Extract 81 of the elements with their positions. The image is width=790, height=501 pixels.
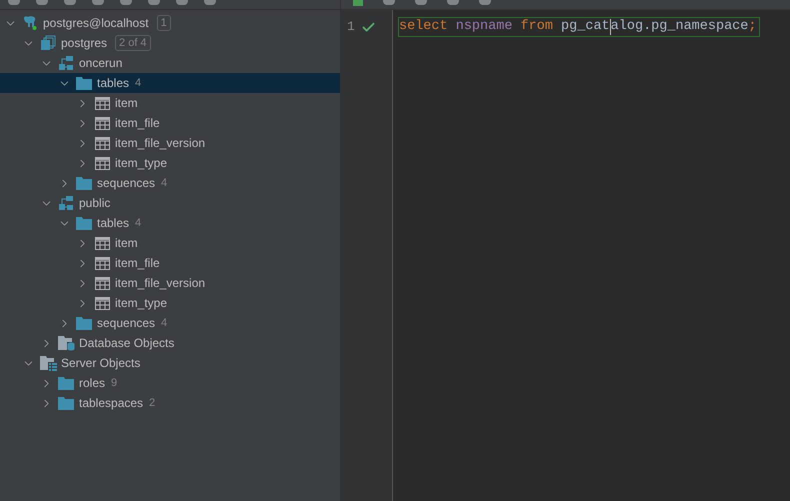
node-label: item_file_version [115, 135, 206, 152]
folder-icon [76, 216, 92, 230]
tree-row[interactable]: sequences 4 [0, 173, 340, 193]
tree-row[interactable]: public [0, 193, 340, 213]
node-label: postgres [61, 35, 108, 52]
folder-list-icon [40, 355, 56, 371]
table-icon [94, 156, 110, 170]
node-label: item_file_version [115, 275, 206, 292]
folder-icon [58, 376, 74, 390]
toolbar-icon[interactable] [383, 0, 395, 5]
toolbar-icon[interactable] [92, 0, 104, 5]
tree-row[interactable]: item_file_version [0, 133, 340, 153]
folder-icon [58, 396, 74, 410]
table-icon [94, 276, 110, 290]
node-label: sequences [97, 315, 156, 332]
tree-row[interactable]: item_type [0, 153, 340, 173]
folder-icon [76, 176, 92, 190]
item-count: 4 [135, 216, 142, 231]
table-icon [94, 236, 110, 250]
line-number: 1 [347, 18, 355, 36]
folder-icon [76, 316, 92, 330]
toolbar-icon[interactable] [8, 0, 20, 5]
tree-row[interactable]: item_file [0, 253, 340, 273]
node-label: item_type [115, 295, 168, 312]
node-label: Server Objects [61, 355, 140, 372]
toolbar-icon[interactable] [479, 0, 491, 5]
elephant-icon [22, 15, 38, 31]
table-icon [94, 136, 110, 150]
folder-icon [76, 76, 92, 90]
tree-row[interactable]: item_type [0, 293, 340, 313]
node-label: postgres@localhost [43, 15, 149, 32]
toolbar-icon[interactable] [176, 0, 188, 5]
schema-icon [58, 195, 74, 211]
tree-row[interactable]: tablespaces 2 [0, 393, 340, 413]
tree-row[interactable]: tables 4 [0, 213, 340, 233]
count-badge: 1 [156, 15, 171, 31]
node-label: oncerun [79, 55, 122, 72]
node-label: tablespaces [79, 395, 144, 412]
table-icon [94, 116, 110, 130]
count-badge: 2 of 4 [115, 35, 151, 51]
tree-row[interactable]: item [0, 93, 340, 113]
toolbar-icon[interactable] [204, 0, 216, 5]
toolbar-icon[interactable] [64, 0, 76, 5]
node-label: item [115, 235, 138, 252]
node-label: Database Objects [79, 335, 174, 352]
item-count: 9 [111, 376, 118, 391]
tree-row[interactable]: postgres@localhost 1 [0, 13, 340, 33]
toolbar-icon[interactable] [120, 0, 132, 5]
folder-database-icon [58, 335, 74, 351]
tree-row[interactable]: item [0, 233, 340, 253]
node-label: tables [97, 75, 130, 92]
toolbar-icon[interactable] [415, 0, 427, 5]
node-label: tables [97, 215, 130, 232]
table-icon [94, 96, 110, 110]
node-label: roles [79, 375, 106, 392]
item-count: 4 [135, 76, 142, 91]
tree-row[interactable]: Database Objects [0, 333, 340, 353]
tree-row[interactable]: oncerun [0, 53, 340, 73]
table-icon [94, 256, 110, 270]
node-label: item [115, 95, 138, 112]
tree-row[interactable]: item_file [0, 113, 340, 133]
table-icon [94, 296, 110, 310]
toolbar-icon[interactable] [447, 0, 459, 5]
node-label: item_file [115, 255, 160, 272]
schema-icon [58, 55, 74, 71]
node-label: public [79, 195, 110, 212]
toolbar-icon[interactable] [36, 0, 48, 5]
tree-row[interactable]: sequences 4 [0, 313, 340, 333]
tree-row[interactable]: item_file_version [0, 273, 340, 293]
tree-row[interactable]: tables 4 [0, 73, 340, 93]
database-stack-icon [40, 35, 56, 51]
node-label: item_file [115, 115, 160, 132]
item-count: 2 [149, 396, 156, 411]
tree-row[interactable]: Server Objects [0, 353, 340, 373]
item-count: 4 [161, 176, 168, 191]
toolbar-icon[interactable] [148, 0, 160, 5]
tree-row[interactable]: postgres 2 of 4 [0, 33, 340, 53]
node-label: sequences [97, 175, 156, 192]
node-label: item_type [115, 155, 168, 172]
tree-row[interactable]: roles 9 [0, 373, 340, 393]
item-count: 4 [161, 316, 168, 331]
